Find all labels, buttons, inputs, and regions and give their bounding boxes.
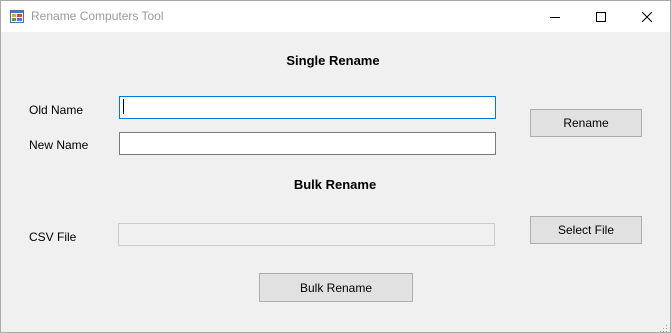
maximize-button[interactable]: [578, 1, 624, 32]
old-name-label: Old Name: [29, 103, 84, 117]
minimize-icon: [550, 12, 560, 22]
text-caret: [123, 99, 124, 114]
maximize-icon: [596, 11, 606, 22]
main-window: Rename Computers Tool Single Rename Old …: [0, 0, 671, 333]
new-name-label: New Name: [29, 138, 89, 152]
rename-button[interactable]: Rename: [530, 109, 642, 137]
resize-grip-icon[interactable]: [658, 320, 668, 332]
select-file-button[interactable]: Select File: [530, 216, 642, 244]
close-button[interactable]: [624, 1, 670, 32]
bulk-rename-heading: Bulk Rename: [293, 177, 377, 192]
csv-file-label: CSV File: [29, 230, 77, 244]
old-name-input[interactable]: [119, 96, 496, 119]
new-name-input[interactable]: [119, 132, 496, 155]
csv-file-input[interactable]: [118, 223, 495, 246]
bulk-rename-button[interactable]: Bulk Rename: [259, 273, 413, 302]
single-rename-heading: Single Rename: [286, 53, 380, 68]
app-window-icon: [10, 10, 24, 23]
close-icon: [642, 11, 652, 22]
title-bar[interactable]: Rename Computers Tool: [1, 1, 670, 32]
window-title: Rename Computers Tool: [31, 9, 164, 23]
minimize-button[interactable]: [532, 1, 578, 32]
